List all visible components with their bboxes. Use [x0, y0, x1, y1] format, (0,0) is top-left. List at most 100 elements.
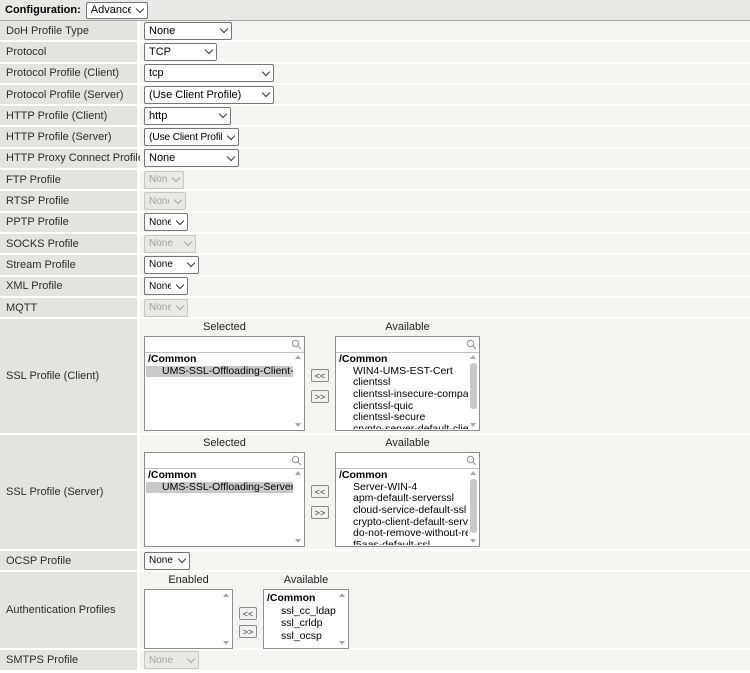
row-xml-profile: XML Profile None: [0, 277, 750, 296]
scrollbar[interactable]: [222, 591, 231, 647]
chevron-down-icon: [187, 654, 195, 662]
scroll-down-icon[interactable]: [339, 641, 345, 645]
ssl-server-available-header: Available: [335, 437, 480, 450]
chevron-down-icon: [178, 555, 186, 563]
list-item[interactable]: ssl_crldp: [265, 617, 337, 630]
list-item[interactable]: clientssl-secure: [337, 412, 468, 424]
smtps-profile-select: None: [144, 651, 199, 669]
list-item[interactable]: cloud-service-default-ssl: [337, 505, 468, 517]
rtsp-profile-select: None: [144, 192, 186, 210]
list-item[interactable]: f5aas-default-ssl: [337, 540, 468, 545]
move-left-button[interactable]: <<: [311, 485, 329, 498]
scroll-up-icon[interactable]: [295, 471, 301, 475]
scroll-up-icon[interactable]: [223, 593, 229, 597]
ssl-client-available-listbox: /Common WIN4-UMS-EST-Cert clientssl clie…: [335, 336, 480, 431]
list-item[interactable]: ssl_cc_ldap: [265, 605, 337, 618]
row-http-profile-client: HTTP Profile (Client) http: [0, 106, 750, 125]
scroll-down-icon[interactable]: [470, 423, 476, 427]
protocol-profile-client-select[interactable]: tcp: [144, 64, 274, 82]
protocol-profile-server-select[interactable]: (Use Client Profile): [144, 86, 274, 104]
chevron-down-icon: [136, 4, 144, 12]
scroll-up-icon[interactable]: [470, 355, 476, 359]
list-group: /Common: [265, 592, 337, 605]
row-socks-profile: SOCKS Profile None: [0, 234, 750, 253]
protocol-profile-server-label: Protocol Profile (Server): [0, 85, 137, 104]
smtps-profile-label: SMTPS Profile: [0, 650, 137, 669]
scrollbar[interactable]: [338, 591, 347, 647]
scrollbar[interactable]: [294, 469, 303, 545]
chevron-down-icon: [262, 89, 270, 97]
chevron-down-icon: [172, 174, 180, 182]
http-profile-client-select[interactable]: http: [144, 107, 231, 125]
http-profile-client-label: HTTP Profile (Client): [0, 106, 137, 125]
http-proxy-connect-profile-select[interactable]: None: [144, 149, 239, 167]
scroll-up-icon[interactable]: [470, 471, 476, 475]
pptp-profile-select[interactable]: None: [144, 213, 188, 231]
stream-profile-label: Stream Profile: [0, 255, 137, 274]
list-item[interactable]: crypto-server-default-clientssl: [337, 424, 468, 429]
scrollbar[interactable]: [469, 469, 478, 545]
configuration-label: Configuration:: [5, 4, 81, 16]
ftp-profile-label: FTP Profile: [0, 170, 137, 189]
move-left-button[interactable]: <<: [239, 607, 257, 620]
list-item[interactable]: clientssl-insecure-compatible: [337, 389, 468, 401]
row-doh-profile-type: DoH Profile Type None: [0, 21, 750, 40]
scroll-down-icon[interactable]: [223, 641, 229, 645]
scroll-down-icon[interactable]: [295, 423, 301, 427]
scrollbar[interactable]: [294, 353, 303, 429]
protocol-select[interactable]: TCP: [144, 43, 217, 61]
pptp-profile-label: PPTP Profile: [0, 213, 137, 232]
scrollbar-thumb[interactable]: [470, 479, 477, 533]
list-item[interactable]: UMS-SSL-Offloading-Client-Profile: [146, 366, 293, 378]
authentication-dual-list: Enabled << >> Available /Common: [144, 574, 349, 649]
row-ftp-profile: FTP Profile None: [0, 170, 750, 189]
chevron-down-icon: [187, 259, 195, 267]
search-icon: [291, 455, 302, 469]
chevron-down-icon: [176, 217, 184, 225]
authentication-enabled-listbox: [144, 589, 233, 649]
chevron-down-icon: [227, 131, 235, 139]
list-item[interactable]: ssl_ocsp: [265, 630, 337, 643]
xml-profile-select[interactable]: None: [144, 277, 188, 295]
ssl-client-selected-listbox: /Common UMS-SSL-Offloading-Client-Profil…: [144, 336, 305, 431]
search-icon: [466, 455, 477, 469]
stream-profile-select[interactable]: None: [144, 256, 199, 274]
ocsp-profile-select[interactable]: None: [144, 552, 190, 570]
ssl-client-available-search-input[interactable]: [336, 337, 479, 351]
list-group: /Common: [146, 354, 293, 366]
ssl-server-available-listbox: /Common Server-WIN-4 apm-default-servers…: [335, 452, 480, 547]
rtsp-profile-label: RTSP Profile: [0, 191, 137, 210]
ssl-client-selected-search-input[interactable]: [145, 337, 304, 351]
ssl-server-available-search-input[interactable]: [336, 453, 479, 467]
scroll-down-icon[interactable]: [470, 539, 476, 543]
scroll-down-icon[interactable]: [295, 539, 301, 543]
chevron-down-icon: [174, 195, 182, 203]
socks-profile-select: None: [144, 235, 196, 253]
authentication-enabled-header: Enabled: [144, 574, 233, 587]
list-item[interactable]: do-not-remove-without-replacement: [337, 528, 468, 540]
chevron-down-icon: [219, 110, 227, 118]
chevron-down-icon: [205, 46, 213, 54]
list-group: /Common: [337, 470, 468, 482]
list-item[interactable]: UMS-SSL-Offloading-Server-Profile: [146, 482, 293, 494]
scrollbar[interactable]: [469, 353, 478, 429]
move-right-button[interactable]: >>: [311, 506, 329, 519]
configuration-select[interactable]: Advanced: [86, 2, 148, 19]
ssl-client-dual-list: Selected /Common UMS-SSL-Offloading-Clie…: [144, 321, 480, 431]
scrollbar-thumb[interactable]: [470, 363, 477, 409]
ssl-server-selected-search-input[interactable]: [145, 453, 304, 467]
scroll-up-icon[interactable]: [295, 355, 301, 359]
move-right-button[interactable]: >>: [311, 390, 329, 403]
scroll-up-icon[interactable]: [339, 593, 345, 597]
move-right-button[interactable]: >>: [239, 625, 257, 638]
chevron-down-icon: [176, 280, 184, 288]
chevron-down-icon: [262, 67, 270, 75]
http-profile-server-select[interactable]: (Use Client Profile): [144, 128, 239, 146]
chevron-down-icon: [176, 302, 184, 310]
row-authentication-profiles: Authentication Profiles Enabled << >> Av…: [0, 572, 750, 648]
row-ocsp-profile: OCSP Profile None: [0, 551, 750, 570]
row-smtps-profile: SMTPS Profile None: [0, 650, 750, 669]
move-left-button[interactable]: <<: [311, 369, 329, 382]
doh-profile-type-select[interactable]: None: [144, 22, 232, 40]
xml-profile-label: XML Profile: [0, 277, 137, 296]
